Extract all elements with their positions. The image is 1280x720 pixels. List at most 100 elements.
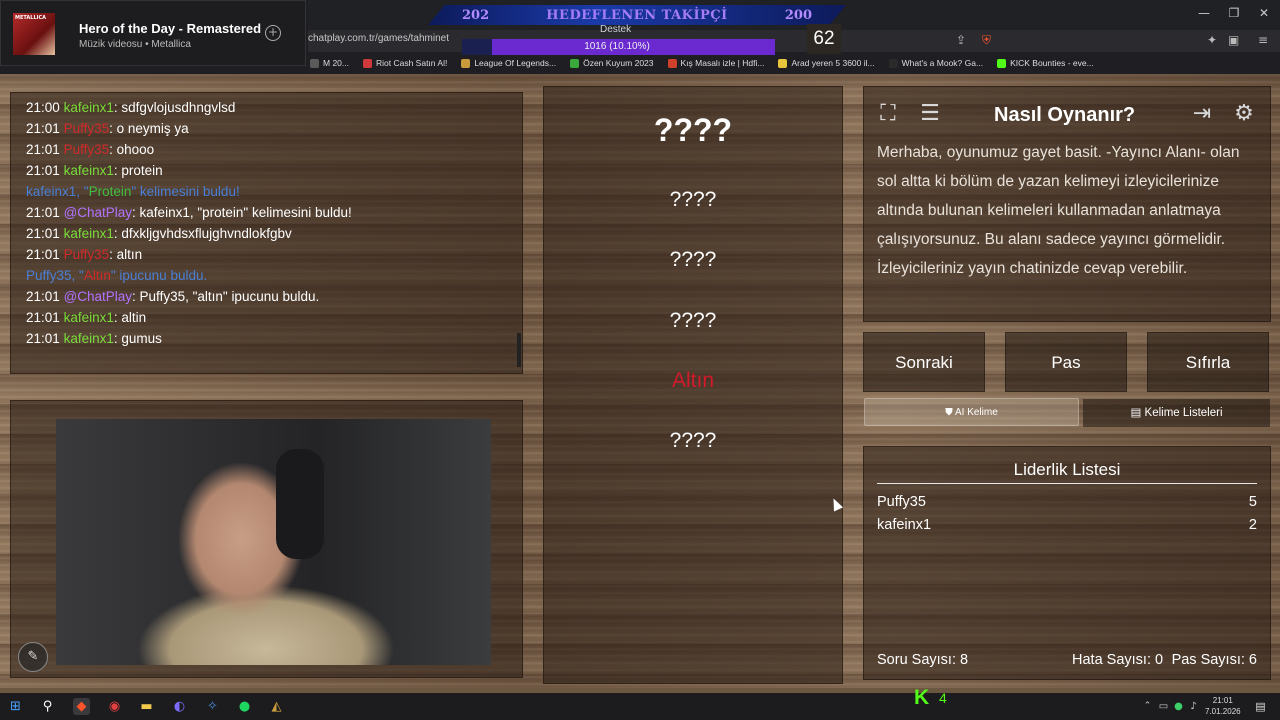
kick-viewer-count: 4 bbox=[939, 690, 947, 706]
chat-scrollbar[interactable] bbox=[517, 333, 521, 367]
chat-message: 21:00 kafeinx1: sdfgvlojusdhngvlsd bbox=[26, 97, 516, 118]
bookmark-item[interactable]: What's a Mook? Ga... bbox=[888, 58, 983, 68]
chat-text: : altin bbox=[113, 310, 147, 325]
bookmark-label: M 20... bbox=[323, 58, 349, 68]
pass-button[interactable]: Pas bbox=[1005, 332, 1127, 392]
bookmark-favicon-icon bbox=[362, 58, 372, 68]
goal-title: HEDEFLENEN TAKİPÇİ bbox=[546, 7, 728, 23]
hint-word: ???? bbox=[669, 248, 717, 271]
chat-message: 21:01 Puffy35: ohooo bbox=[26, 139, 516, 160]
next-button[interactable]: Sonraki bbox=[863, 332, 985, 392]
main-word: ???? bbox=[653, 112, 733, 148]
chat-username[interactable]: Puffy35 bbox=[64, 142, 110, 157]
bookmark-label: Arad yeren 5 3600 il... bbox=[791, 58, 875, 68]
battlenet-icon[interactable]: ✧ bbox=[204, 698, 221, 715]
league-icon[interactable]: ◭ bbox=[268, 698, 285, 715]
bookmark-favicon-icon bbox=[778, 58, 788, 68]
discord-icon[interactable]: ◐ bbox=[171, 698, 188, 715]
brave-browser-icon[interactable]: ◆ bbox=[73, 698, 90, 715]
bookmark-item[interactable]: Arad yeren 5 3600 il... bbox=[778, 58, 875, 68]
webcam-feed bbox=[56, 419, 491, 665]
leaderboard-score: 2 bbox=[1248, 517, 1257, 533]
exit-icon[interactable]: ⇥ bbox=[1186, 98, 1218, 130]
restore-icon[interactable]: ❐ bbox=[1222, 6, 1246, 22]
chat-username[interactable]: kafeinx1 bbox=[64, 100, 114, 115]
chat-username[interactable]: Puffy35 bbox=[64, 121, 110, 136]
spotify-icon[interactable]: ● bbox=[236, 698, 253, 715]
notifications-icon[interactable]: ▤ bbox=[1252, 698, 1269, 715]
brave-shield-icon[interactable]: ⛨ bbox=[982, 33, 991, 48]
word-lists-button[interactable]: ▤ Kelime Listeleri bbox=[1083, 399, 1270, 427]
chat-timestamp: 21:01 bbox=[26, 121, 60, 136]
chat-username[interactable]: kafeinx1 bbox=[64, 226, 114, 241]
webcam-headphone bbox=[276, 449, 324, 559]
folder-icon[interactable]: ▬ bbox=[138, 698, 155, 715]
follower-goal-banner: 202 HEDEFLENEN TAKİPÇİ 200 bbox=[428, 5, 846, 25]
ai-word-button[interactable]: ⛊ AI Kelime bbox=[864, 398, 1079, 426]
sidebar-icon[interactable]: ▣ bbox=[1228, 33, 1239, 47]
bookmarks-bar: M 20... Riot Cash Satın Al! League Of Lege… bbox=[308, 54, 1280, 72]
chat-username[interactable]: kafeinx1 bbox=[64, 310, 114, 325]
chat-message: 21:01 Puffy35: altın bbox=[26, 244, 516, 265]
gear-icon[interactable]: ⚙ bbox=[1228, 98, 1260, 130]
bookmark-item[interactable]: Riot Cash Satın Al! bbox=[362, 58, 447, 68]
system-message-prefix: Puffy35, " bbox=[26, 268, 84, 283]
extensions-icon[interactable]: ✦ bbox=[1207, 33, 1217, 47]
close-icon[interactable]: ✕ bbox=[1252, 6, 1276, 22]
minimize-icon[interactable]: — bbox=[1192, 6, 1216, 22]
clock-time: 21:01 bbox=[1212, 696, 1233, 705]
leaderboard-row: Puffy35 5 bbox=[877, 494, 1257, 510]
notes-icon[interactable]: ☰ bbox=[914, 98, 946, 130]
support-progress-text: 1016 (10.10%) bbox=[584, 41, 650, 52]
hint-word: ???? bbox=[669, 188, 717, 211]
hint-word-found: Altın bbox=[671, 369, 715, 392]
share-icon[interactable]: ⇪ bbox=[956, 33, 966, 47]
chat-timestamp: 21:01 bbox=[26, 331, 60, 346]
chat-panel: 21:00 kafeinx1: sdfgvlojusdhngvlsd 21:01 … bbox=[10, 92, 523, 374]
search-icon[interactable]: ⚲ bbox=[39, 698, 56, 715]
chat-message: 21:01 @ChatPlay: kafeinx1, "protein" kel… bbox=[26, 202, 516, 223]
chat-username[interactable]: @ChatPlay bbox=[64, 289, 132, 304]
bookmark-label: KICK Bounties - eve... bbox=[1010, 58, 1094, 68]
reset-button[interactable]: Sıfırla bbox=[1147, 332, 1269, 392]
chat-timestamp: 21:01 bbox=[26, 310, 60, 325]
pencil-icon[interactable]: ✎ bbox=[18, 642, 48, 672]
chat-timestamp: 21:01 bbox=[26, 163, 60, 178]
chat-message: 21:01 kafeinx1: protein bbox=[26, 160, 516, 181]
timer: 62 bbox=[807, 24, 841, 54]
bookmark-item[interactable]: M 20... bbox=[310, 58, 349, 68]
chevron-up-icon[interactable]: ⌃ bbox=[1139, 698, 1156, 715]
volume-icon[interactable]: ♪ bbox=[1185, 698, 1202, 715]
ai-word-label: AI Kelime bbox=[954, 407, 998, 418]
bookmark-item[interactable]: Kış Masalı izle | Hdfi... bbox=[667, 58, 764, 68]
system-message-keyword: Protein bbox=[88, 184, 132, 199]
chat-username[interactable]: Puffy35 bbox=[64, 247, 110, 262]
menu-icon[interactable]: ≡ bbox=[1258, 33, 1268, 47]
add-icon[interactable]: + bbox=[265, 25, 281, 41]
chat-username[interactable]: kafeinx1 bbox=[64, 331, 114, 346]
chat-timestamp: 21:01 bbox=[26, 142, 60, 157]
app-icon[interactable]: ◉ bbox=[106, 698, 123, 715]
windows-start-icon[interactable]: ⊞ bbox=[7, 698, 24, 715]
url-field[interactable]: chatplay.com.tr/games/tahminet bbox=[308, 33, 449, 44]
chat-text: : kafeinx1, "protein" kelimesini buldu! bbox=[132, 205, 352, 220]
clock[interactable]: 21:01 7.01.2026 bbox=[1205, 695, 1241, 717]
chat-username[interactable]: kafeinx1 bbox=[64, 163, 114, 178]
chat-lines: 21:00 kafeinx1: sdfgvlojusdhngvlsd 21:01 … bbox=[26, 97, 516, 349]
expand-icon[interactable]: ⛶ bbox=[872, 98, 904, 130]
system-message-suffix: " ipucunu buldu. bbox=[110, 268, 208, 283]
system-message-keyword: Altın bbox=[83, 268, 111, 283]
chat-message: 21:01 kafeinx1: dfxkljgvhdsxflujghvndlok… bbox=[26, 223, 516, 244]
chat-text: : ohooo bbox=[109, 142, 155, 157]
bookmark-item[interactable]: KICK Bounties - eve... bbox=[997, 58, 1094, 68]
media-popup: Hero of the Day - Remastered Müzik video… bbox=[0, 0, 306, 66]
chat-timestamp: 21:01 bbox=[26, 289, 60, 304]
chat-text: : dfxkljgvhdsxflujghvndlokfgbv bbox=[113, 226, 292, 241]
chat-timestamp: 21:00 bbox=[26, 100, 60, 115]
bookmark-item[interactable]: Özen Kuyum 2023 bbox=[570, 58, 654, 68]
hint-word: ???? bbox=[669, 309, 717, 332]
bookmark-item[interactable]: League Of Legends... bbox=[461, 58, 556, 68]
chat-system-message: kafeinx1, "Protein" kelimesini buldu! bbox=[26, 181, 516, 202]
chat-username[interactable]: @ChatPlay bbox=[64, 205, 132, 220]
chat-message: 21:01 @ChatPlay: Puffy35, "altın" ipucun… bbox=[26, 286, 516, 307]
